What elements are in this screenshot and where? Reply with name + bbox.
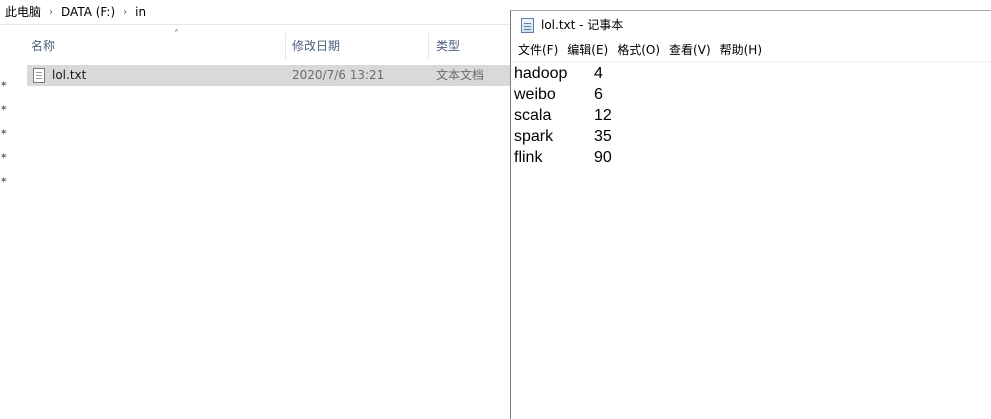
- file-row-selected[interactable]: lol.txt 2020/7/6 13:21 文本文档: [27, 65, 517, 86]
- column-header: 名称 ˄ 修改日期 类型: [24, 29, 514, 59]
- pin-icon[interactable]: ✶: [0, 80, 10, 90]
- breadcrumb-this-pc[interactable]: 此电脑: [2, 0, 44, 24]
- menu-format[interactable]: 格式(O): [616, 40, 666, 61]
- breadcrumb-drive[interactable]: DATA (F:): [58, 0, 118, 24]
- menu-edit[interactable]: 编辑(E): [566, 40, 614, 61]
- menu-help[interactable]: 帮助(H): [719, 40, 768, 61]
- column-name[interactable]: 名称: [31, 33, 55, 59]
- text-editor-area[interactable]: hadoop 4 weibo 6 scala 12 spark 35 flink…: [511, 61, 991, 419]
- file-type: 文本文档: [436, 68, 485, 82]
- chevron-right-icon[interactable]: ›: [44, 7, 58, 18]
- column-type[interactable]: 类型: [436, 33, 460, 59]
- column-divider[interactable]: [285, 33, 286, 59]
- menu-bar: 文件(F) 编辑(E) 格式(O) 查看(V) 帮助(H): [511, 40, 991, 61]
- pin-icon[interactable]: ✶: [0, 152, 10, 162]
- pin-icon[interactable]: ✶: [0, 176, 10, 186]
- breadcrumb: 此电脑 › DATA (F:) › in: [0, 0, 149, 24]
- line-count: 90: [594, 149, 612, 166]
- file-name: lol.txt: [52, 68, 87, 82]
- pin-icon[interactable]: ✶: [0, 104, 10, 114]
- text-file-icon: [33, 68, 45, 83]
- notepad-app-icon[interactable]: [521, 18, 534, 33]
- breadcrumb-folder[interactable]: in: [132, 0, 149, 24]
- line-count: 6: [594, 86, 603, 103]
- line-count: 35: [594, 128, 612, 145]
- line-count: 12: [594, 107, 612, 124]
- notepad-title-bar[interactable]: lol.txt - 记事本: [511, 11, 991, 40]
- column-date-modified[interactable]: 修改日期: [292, 33, 340, 59]
- line-word: hadoop: [514, 65, 568, 82]
- line-word: flink: [514, 149, 543, 166]
- pin-icon[interactable]: ✶: [0, 128, 10, 138]
- window-title: lol.txt - 记事本: [541, 18, 624, 32]
- line-word: scala: [514, 107, 552, 124]
- chevron-right-icon[interactable]: ›: [118, 7, 132, 18]
- line-word: spark: [514, 128, 554, 145]
- menu-file[interactable]: 文件(F): [517, 40, 564, 61]
- navigation-pane: ✶ ✶ ✶ ✶ ✶: [0, 25, 14, 419]
- sort-ascending-icon: ˄: [174, 29, 179, 40]
- menu-view[interactable]: 查看(V): [668, 40, 717, 61]
- line-word: weibo: [514, 86, 556, 103]
- line-count: 4: [594, 65, 603, 82]
- file-date-modified: 2020/7/6 13:21: [292, 68, 385, 82]
- column-divider[interactable]: [428, 33, 429, 59]
- notepad-window: lol.txt - 记事本 文件(F) 编辑(E) 格式(O) 查看(V) 帮助…: [510, 10, 991, 419]
